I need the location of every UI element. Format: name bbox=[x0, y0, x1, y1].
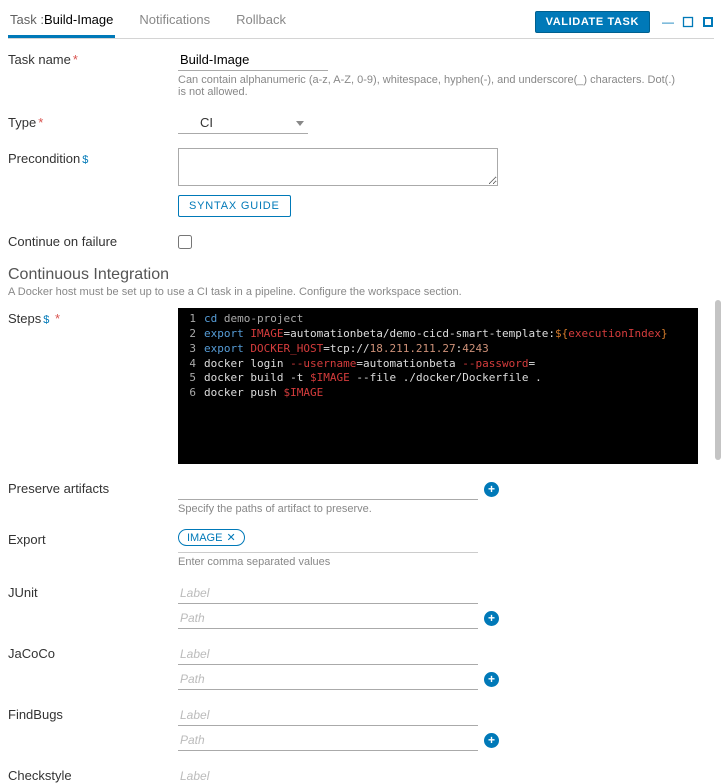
tabs: Task :Build-Image Notifications Rollback bbox=[8, 6, 288, 38]
steps-code-editor[interactable]: 1cd demo-project2export IMAGE=automation… bbox=[178, 308, 698, 464]
preserve-artifacts-label: Preserve artifacts bbox=[8, 478, 178, 496]
chip-remove-icon[interactable]: ✕ bbox=[226, 531, 235, 544]
top-actions: VALIDATE TASK — bbox=[535, 11, 714, 33]
export-chip-label: IMAGE bbox=[187, 532, 222, 544]
tab-notifications[interactable]: Notifications bbox=[137, 6, 212, 38]
tab-rollback[interactable]: Rollback bbox=[234, 6, 288, 38]
tab-task-name: Build-Image bbox=[44, 12, 113, 27]
precondition-label: Precondition$ bbox=[8, 148, 178, 166]
jacoco-label-input[interactable] bbox=[178, 643, 478, 665]
checkstyle-label-input[interactable] bbox=[178, 765, 478, 784]
preserve-artifacts-input[interactable] bbox=[178, 478, 478, 500]
type-label: Type* bbox=[8, 112, 178, 130]
continue-on-failure-checkbox[interactable] bbox=[178, 235, 192, 249]
preserve-artifacts-helper: Specify the paths of artifact to preserv… bbox=[178, 503, 678, 515]
tab-task[interactable]: Task :Build-Image bbox=[8, 6, 115, 38]
task-name-input[interactable] bbox=[178, 49, 328, 71]
minimize-icon[interactable]: — bbox=[662, 15, 674, 29]
checkstyle-label: Checkstyle bbox=[8, 765, 178, 783]
validate-task-button[interactable]: VALIDATE TASK bbox=[535, 11, 650, 33]
junit-label: JUnit bbox=[8, 582, 178, 600]
findbugs-path-input[interactable] bbox=[178, 729, 478, 751]
type-select[interactable]: CI bbox=[178, 112, 308, 134]
syntax-guide-button[interactable]: SYNTAX GUIDE bbox=[178, 195, 291, 217]
findbugs-label-input[interactable] bbox=[178, 704, 478, 726]
jacoco-label: JaCoCo bbox=[8, 643, 178, 661]
ci-section-desc: A Docker host must be set up to use a CI… bbox=[8, 286, 714, 298]
tab-task-prefix: Task : bbox=[10, 12, 44, 27]
add-artifact-icon[interactable]: + bbox=[484, 482, 499, 497]
add-jacoco-icon[interactable]: + bbox=[484, 672, 499, 687]
continue-on-failure-label: Continue on failure bbox=[8, 231, 178, 249]
maximize-alt-icon[interactable] bbox=[702, 16, 714, 28]
findbugs-label: FindBugs bbox=[8, 704, 178, 722]
task-name-helper: Can contain alphanumeric (a-z, A-Z, 0-9)… bbox=[178, 74, 678, 98]
junit-path-input[interactable] bbox=[178, 607, 478, 629]
ci-section-title: Continuous Integration bbox=[8, 266, 714, 284]
add-junit-icon[interactable]: + bbox=[484, 611, 499, 626]
top-bar: Task :Build-Image Notifications Rollback… bbox=[8, 6, 714, 39]
export-chip[interactable]: IMAGE ✕ bbox=[178, 529, 245, 546]
steps-label: Steps$ * bbox=[8, 308, 178, 326]
export-chip-row: IMAGE ✕ bbox=[178, 529, 678, 546]
junit-label-input[interactable] bbox=[178, 582, 478, 604]
jacoco-path-input[interactable] bbox=[178, 668, 478, 690]
export-label: Export bbox=[8, 529, 178, 547]
export-helper: Enter comma separated values bbox=[178, 556, 678, 568]
scrollbar-thumb[interactable] bbox=[715, 300, 721, 460]
precondition-textarea[interactable] bbox=[178, 148, 498, 186]
restore-icon[interactable] bbox=[682, 16, 694, 28]
task-name-label: Task name* bbox=[8, 49, 178, 67]
add-findbugs-icon[interactable]: + bbox=[484, 733, 499, 748]
